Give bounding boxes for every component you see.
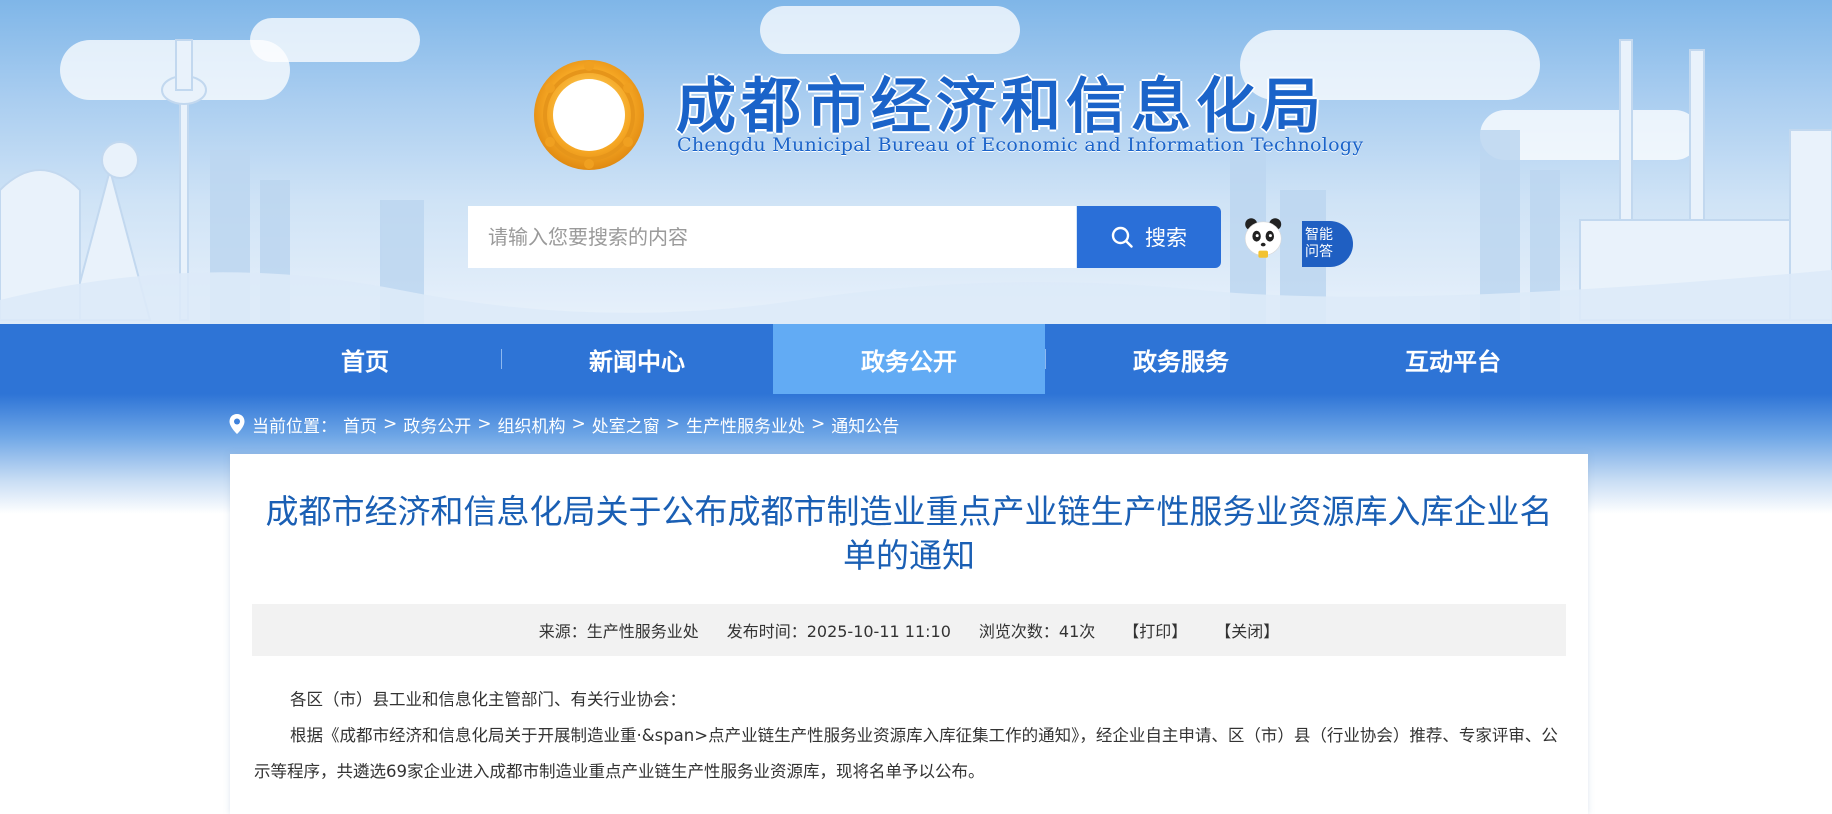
breadcrumb-separator: > (811, 414, 826, 434)
breadcrumb-link-notices[interactable]: 通知公告 (831, 412, 899, 437)
site-title-english: Chengdu Municipal Bureau of Economic and… (677, 134, 1364, 156)
article-publish-time: 发布时间：2025-10-11 11:10 (726, 622, 951, 641)
nav-item-news[interactable]: 新闻中心 (501, 324, 773, 394)
ai-assistant-label-1: 智能 (1305, 227, 1333, 243)
article-title: 成都市经济和信息化局关于公布成都市制造业重点产业链生产性服务业资源库入库企业名单… (265, 492, 1553, 575)
breadcrumb-separator: > (383, 414, 398, 434)
print-button[interactable]: 【打印】 (1123, 618, 1187, 642)
article-panel: 成都市经济和信息化局关于公布成都市制造业重点产业链生产性服务业资源库入库企业名单… (230, 454, 1588, 814)
search-button[interactable]: 搜索 (1077, 206, 1221, 268)
header-banner: 成都市经济和信息化局 Chengdu Municipal Bureau of E… (0, 0, 1832, 324)
nav-item-label: 政务公开 (861, 347, 957, 376)
site-title: 成都市经济和信息化局 (676, 72, 1326, 142)
article-body: 各区（市）县工业和信息化主管部门、有关行业协会： 根据《成都市经济和信息化局关于… (254, 682, 1564, 790)
nav-item-gov-affairs-open[interactable]: 政务公开 (773, 324, 1045, 394)
breadcrumb-separator: > (477, 414, 492, 434)
nav-item-home[interactable]: 首页 (229, 324, 501, 394)
main-nav: 首页 新闻中心 政务公开 政务服务 互动平台 (0, 324, 1832, 394)
breadcrumb-separator: > (571, 414, 586, 434)
bureau-logo-emblem-icon (534, 60, 644, 170)
close-button[interactable]: 【关闭】 (1215, 618, 1279, 642)
nav-item-label: 新闻中心 (589, 347, 685, 376)
breadcrumb-link-gov-affairs-open[interactable]: 政务公开 (403, 412, 471, 437)
nav-item-label: 政务服务 (1133, 347, 1229, 376)
search-icon (1111, 226, 1133, 248)
article-source: 来源：生产性服务业处 (538, 622, 699, 641)
city-skyline-illustration (0, 39, 1832, 324)
article-meta-bar: 来源：生产性服务业处 发布时间：2025-10-11 11:10 浏览次数：41… (252, 604, 1566, 656)
breadcrumb-prefix: 当前位置： (252, 416, 337, 437)
breadcrumb-link-services-dept[interactable]: 生产性服务业处 (686, 412, 805, 437)
breadcrumb-link-home[interactable]: 首页 (343, 412, 377, 437)
nav-item-interaction[interactable]: 互动平台 (1317, 324, 1589, 394)
article-view-count: 浏览次数：41次 (978, 622, 1096, 641)
location-pin-icon (229, 414, 245, 434)
ai-assistant-label-2: 问答 (1305, 244, 1333, 260)
breadcrumb-link-department-window[interactable]: 处室之窗 (592, 412, 660, 437)
search-input[interactable] (468, 206, 1076, 268)
nav-item-gov-services[interactable]: 政务服务 (1045, 324, 1317, 394)
search-button-label: 搜索 (1145, 226, 1187, 250)
article-paragraph: 根据《成都市经济和信息化局关于开展制造业重·&span>点产业链生产性服务业资源… (254, 726, 1558, 781)
panda-mascot-icon[interactable] (1244, 203, 1310, 273)
nav-item-label: 互动平台 (1405, 347, 1501, 376)
nav-item-label: 首页 (341, 347, 389, 376)
breadcrumb: 当前位置： 首页 > 政务公开 > 组织机构 > 处室之窗 > 生产性服务业处 … (228, 412, 899, 437)
breadcrumb-separator: > (665, 414, 680, 434)
breadcrumb-link-organization[interactable]: 组织机构 (498, 412, 566, 437)
article-paragraph: 各区（市）县工业和信息化主管部门、有关行业协会： (290, 690, 686, 709)
